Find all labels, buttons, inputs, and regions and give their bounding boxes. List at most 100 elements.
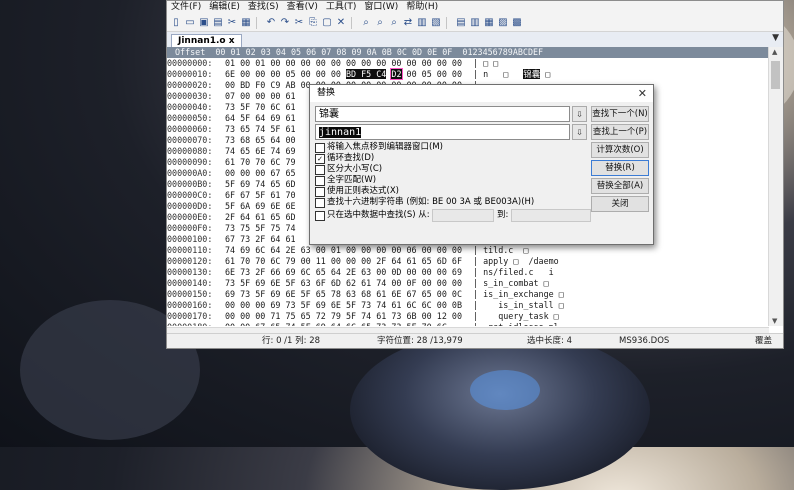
from-input[interactable] <box>432 209 495 222</box>
menu-search[interactable]: 查找(S) <box>248 1 279 14</box>
hex-search-checkbox[interactable]: 查找十六进制字符串 (例如: BE 00 3A 或 BE003A)(H) <box>315 197 534 208</box>
find-input[interactable]: 锦囊 <box>315 106 570 122</box>
hex-row[interactable]: 00000010: 6E 00 00 00 05 00 00 00 BD F5 C… <box>167 68 771 80</box>
close-icon[interactable]: ✕ <box>638 85 647 102</box>
save-icon[interactable]: ▣ <box>198 17 210 29</box>
selected-text[interactable]: 锦囊 <box>523 69 541 79</box>
hex-row[interactable]: 00000150: 69 73 5F 69 6E 5F 65 78 63 68 6… <box>167 289 771 300</box>
focus-editor-checkbox[interactable]: 将输入焦点移到编辑器窗口(M) <box>315 142 443 153</box>
dialog-title: 替换 <box>317 88 336 98</box>
count-button[interactable]: 计算次数(O) <box>591 142 649 158</box>
find-icon[interactable]: ⌕ <box>360 17 372 29</box>
selection-only-checkbox[interactable]: 只在选中数据中查找(S) 从: 到: <box>315 209 592 222</box>
scroll-up-icon[interactable]: ▲ <box>772 48 777 56</box>
toolbar-separator <box>446 16 451 29</box>
hex-row[interactable]: 00000000: 01 00 01 00 00 00 00 00 00 00 0… <box>167 58 771 69</box>
view-hex-icon[interactable]: ▤ <box>455 17 467 29</box>
replace-input[interactable]: jinnan1 <box>315 124 570 140</box>
hex-offset: 00000180: <box>167 322 225 326</box>
find-input-value: 锦囊 <box>319 109 339 120</box>
new-file-icon[interactable]: ▯ <box>170 17 182 29</box>
menu-window[interactable]: 窗口(W) <box>364 1 398 14</box>
close-tab-icon[interactable]: x <box>229 36 235 46</box>
tab-list-arrow-icon[interactable]: ▼ <box>772 33 779 43</box>
view-split-icon[interactable]: ▦ <box>483 17 495 29</box>
close-file-icon[interactable]: ▦ <box>240 17 252 29</box>
to-label: 到: <box>497 210 509 220</box>
hex-bytes[interactable]: 00 00 67 65 74 5F 69 64 6C 65 73 73 5F 7… <box>225 322 473 326</box>
find-prev-icon[interactable]: ⌕ <box>388 17 400 29</box>
redo-icon[interactable]: ↷ <box>279 17 291 29</box>
replace-history-dropdown[interactable]: ⇩ <box>572 124 587 140</box>
menu-view[interactable]: 查看(V) <box>287 1 318 14</box>
cut-icon[interactable]: ✂ <box>293 17 305 29</box>
hex-row[interactable]: 00000170: 00 00 00 71 75 65 72 79 5F 74 6… <box>167 311 771 322</box>
menu-tools[interactable]: 工具(T) <box>326 1 357 14</box>
hex-bytes[interactable]: 01 00 01 00 00 00 00 00 00 00 00 00 00 0… <box>225 58 473 69</box>
cut-icon[interactable]: ✂ <box>226 17 238 29</box>
paste-icon[interactable]: ▢ <box>321 17 333 29</box>
hex-offset: 000000C0: <box>167 190 213 200</box>
hex-bytes[interactable]: 74 69 6C 64 2E 63 00 01 00 00 00 00 06 0… <box>225 245 473 256</box>
hex-ascii[interactable]: | □ □ <box>473 58 498 69</box>
checkbox-box <box>315 164 325 175</box>
bookmark-icon[interactable]: ▧ <box>430 17 442 29</box>
selected-bytes[interactable]: BD F5 C4 <box>346 69 387 79</box>
find-next-button[interactable]: 查找下一个(N) <box>591 106 649 122</box>
whole-word-checkbox[interactable]: 全字匹配(W) <box>315 175 376 186</box>
selected-bytes[interactable]: D2 <box>390 68 403 80</box>
to-input[interactable] <box>511 209 592 222</box>
hex-ascii[interactable]: | s_in_combat □ <box>473 278 549 289</box>
hex-row[interactable]: 00000160: 00 00 00 69 73 5F 69 6E 5F 73 7… <box>167 300 771 311</box>
regex-checkbox[interactable]: 使用正则表达式(X) <box>315 186 399 197</box>
hex-bytes[interactable]: 69 73 5F 69 6E 5F 65 78 63 68 61 6E 67 6… <box>225 289 473 300</box>
menu-file[interactable]: 文件(F) <box>171 1 201 14</box>
replace-button[interactable]: 替换(R) <box>591 160 649 176</box>
undo-icon[interactable]: ↶ <box>265 17 277 29</box>
dialog-title-bar: 替换 ✕ <box>310 85 653 102</box>
hex-ascii[interactable]: | get_idlesse_pl <box>473 322 559 326</box>
hex-ascii[interactable]: | query_task □ <box>473 311 559 322</box>
wrap-search-checkbox[interactable]: ✓ 循环查找(D) <box>315 153 374 164</box>
hex-bytes[interactable]: 6E 73 2F 66 69 6C 65 64 2E 63 00 0D 00 0… <box>225 267 473 278</box>
hex-bytes[interactable]: 6E 00 00 00 05 00 00 00 BD F5 C4 D2 00 0… <box>225 68 473 80</box>
view-text-icon[interactable]: ▥ <box>469 17 481 29</box>
hex-bytes[interactable]: 73 5F 69 6E 5F 63 6F 6D 62 61 74 00 0F 0… <box>225 278 473 289</box>
help-icon[interactable]: ▩ <box>511 17 523 29</box>
open-file-icon[interactable]: ▭ <box>184 17 196 29</box>
hex-bytes[interactable]: 00 00 00 71 75 65 72 79 5F 74 61 73 6B 0… <box>225 311 473 322</box>
replace-all-button[interactable]: 替换全部(A) <box>591 178 649 194</box>
hex-row[interactable]: 00000140: 73 5F 69 6E 5F 63 6F 6D 62 61 7… <box>167 278 771 289</box>
hex-row[interactable]: 00000130: 6E 73 2F 66 69 6C 65 64 2E 63 0… <box>167 267 771 278</box>
scroll-down-icon[interactable]: ▼ <box>772 317 777 325</box>
find-previous-button[interactable]: 查找上一个(P) <box>591 124 649 140</box>
menu-help[interactable]: 帮助(H) <box>406 1 438 14</box>
hex-ascii[interactable]: | ns/filed.c i <box>473 267 554 278</box>
hex-ascii[interactable]: | n □ 锦囊 □ <box>473 69 550 80</box>
close-button[interactable]: 关闭 <box>591 196 649 212</box>
hex-ascii[interactable]: | is_in_stall □ <box>473 300 564 311</box>
replace-icon[interactable]: ⇄ <box>402 17 414 29</box>
goto-icon[interactable]: ▥ <box>416 17 428 29</box>
save-all-icon[interactable]: ▤ <box>212 17 224 29</box>
hex-bytes[interactable]: 61 70 70 6C 79 00 11 00 00 00 2F 64 61 6… <box>225 256 473 267</box>
hex-row[interactable]: 00000180:00 00 67 65 74 5F 69 64 6C 65 7… <box>167 322 771 326</box>
hex-row[interactable]: 00000120: 61 70 70 6C 79 00 11 00 00 00 2… <box>167 256 771 267</box>
find-next-icon[interactable]: ⌕ <box>374 17 386 29</box>
hex-ascii[interactable]: | apply □ /daemo <box>473 256 559 267</box>
hex-bytes[interactable]: 00 00 00 69 73 5F 69 6E 5F 73 74 61 6C 6… <box>225 300 473 311</box>
hex-ascii[interactable]: | is_in_exchange □ <box>473 289 564 300</box>
hex-ascii[interactable]: | tild.c □ <box>473 245 528 256</box>
match-case-checkbox[interactable]: 区分大小写(C) <box>315 164 382 175</box>
vertical-scrollbar[interactable]: ▲ ▼ <box>768 47 783 326</box>
scrollbar-thumb[interactable] <box>771 61 780 89</box>
copy-icon[interactable]: ⎘ <box>307 17 319 29</box>
menu-edit[interactable]: 编辑(E) <box>209 1 240 14</box>
checkbox-box <box>315 197 325 208</box>
find-history-dropdown[interactable]: ⇩ <box>572 106 587 122</box>
file-tab[interactable]: Jinnan1.o x <box>171 34 242 48</box>
hex-offset: 000000F0: <box>167 223 213 233</box>
delete-icon[interactable]: ✕ <box>335 17 347 29</box>
hex-row[interactable]: 00000110: 74 69 6C 64 2E 63 00 01 00 00 0… <box>167 245 771 256</box>
settings-icon[interactable]: ▨ <box>497 17 509 29</box>
